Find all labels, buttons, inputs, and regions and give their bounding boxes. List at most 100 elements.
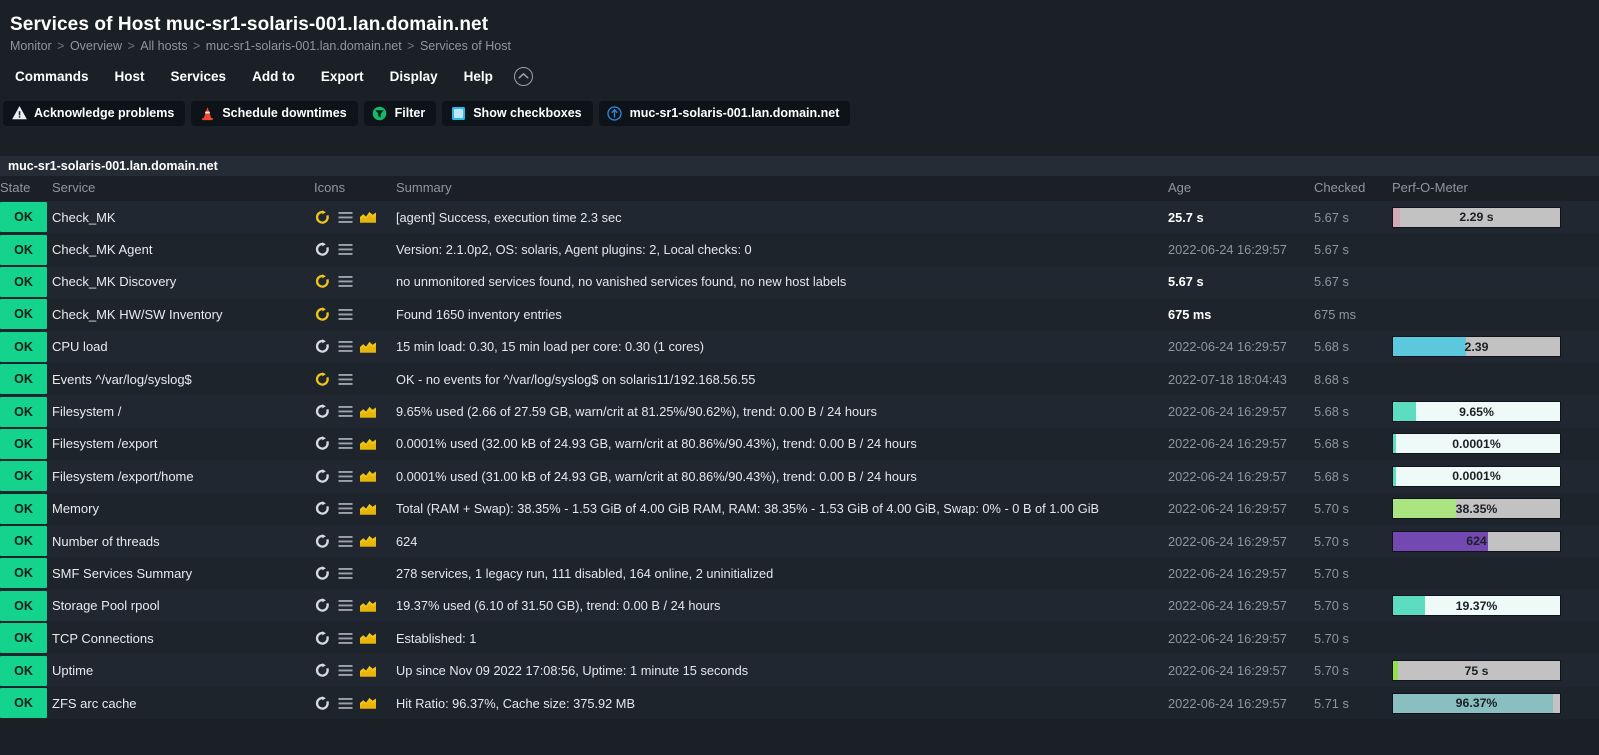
menu-icon[interactable] [337,436,353,452]
state-cell[interactable]: OK [0,460,52,492]
menu-icon[interactable] [337,598,353,614]
service-link[interactable]: ZFS arc cache [52,696,137,711]
service-link[interactable]: Filesystem /export/home [52,469,194,484]
graph-icon[interactable] [360,468,376,484]
menu-host[interactable]: Host [102,65,158,88]
status-badge[interactable]: OK [0,461,47,492]
graph-icon[interactable] [360,501,376,517]
state-cell[interactable]: OK [0,233,52,265]
state-cell[interactable]: OK [0,363,52,395]
reload-icon[interactable] [314,598,330,614]
show-checkboxes-button[interactable]: Show checkboxes [442,100,593,126]
column-header-state[interactable]: State [0,176,52,201]
service-name-cell[interactable]: Check_MK [52,201,314,233]
reload-icon[interactable] [314,663,330,679]
menu-icon[interactable] [337,695,353,711]
column-header-service[interactable]: Service [52,176,314,201]
status-badge[interactable]: OK [0,428,47,459]
graph-icon[interactable] [360,598,376,614]
perf-o-meter-cell[interactable] [1392,363,1599,395]
perf-o-meter-bar[interactable]: 624 [1392,530,1561,552]
perf-o-meter-cell[interactable]: 9.65% [1392,395,1599,427]
state-cell[interactable]: OK [0,622,52,654]
reload-icon[interactable] [314,533,330,549]
state-cell[interactable]: OK [0,395,52,427]
service-name-cell[interactable]: Memory [52,493,314,525]
state-cell[interactable]: OK [0,687,52,719]
status-badge[interactable]: OK [0,688,47,719]
state-cell[interactable]: OK [0,428,52,460]
state-cell[interactable]: OK [0,654,52,686]
service-link[interactable]: Check_MK HW/SW Inventory [52,307,223,322]
table-row[interactable]: OK Events ^/var/log/syslog$ OK - no events… [0,362,1599,396]
menu-icon[interactable] [337,339,353,355]
perf-o-meter-bar[interactable]: 96.37% [1392,692,1561,714]
status-badge[interactable]: OK [0,364,47,395]
menu-icon[interactable] [337,630,353,646]
graph-icon[interactable] [360,533,376,549]
status-badge[interactable]: OK [0,590,47,621]
table-row[interactable]: OK TCP Connections Established: 1 2022-06-2… [0,622,1599,655]
schedule-downtimes-button[interactable]: Schedule downtimes [191,100,358,126]
reload-icon[interactable] [314,501,330,517]
perf-o-meter-bar[interactable]: 2.39 [1392,336,1561,358]
menu-icon[interactable] [337,533,353,549]
graph-icon[interactable] [360,209,376,225]
graph-icon[interactable] [360,630,376,646]
service-name-cell[interactable]: ZFS arc cache [52,687,314,719]
table-row[interactable]: OK Memory Total (RAM + Swap): 38.35% - 1.5… [0,492,1599,525]
service-name-cell[interactable]: Filesystem / [52,395,314,427]
status-badge[interactable]: OK [0,266,47,297]
state-cell[interactable]: OK [0,525,52,557]
column-header-age[interactable]: Age [1168,176,1314,201]
perf-o-meter-cell[interactable]: 624 [1392,525,1599,557]
state-cell[interactable]: OK [0,266,52,298]
table-row[interactable]: OK Filesystem /export 0.0001% used (32.00 … [0,427,1599,461]
table-row[interactable]: OK Filesystem / 9.65% used (2.66 of 27.59 … [0,395,1599,428]
breadcrumb-item[interactable]: Services of Host [420,39,511,53]
status-badge[interactable]: OK [0,623,47,654]
service-link[interactable]: SMF Services Summary [52,566,192,581]
service-name-cell[interactable]: TCP Connections [52,622,314,654]
service-name-cell[interactable]: Filesystem /export [52,428,314,460]
reload-icon[interactable] [314,565,330,581]
table-row[interactable]: OK Storage Pool rpool 19.37% used (6.10 of… [0,589,1599,623]
reload-icon[interactable] [314,242,330,258]
service-name-cell[interactable]: Check_MK Agent [52,233,314,265]
status-badge[interactable]: OK [0,299,47,330]
reload-icon[interactable] [314,630,330,646]
menu-add-to[interactable]: Add to [239,65,308,88]
acknowledge-problems-button[interactable]: Acknowledge problems [3,100,186,126]
perf-o-meter-cell[interactable]: 19.37% [1392,590,1599,622]
perf-o-meter-cell[interactable] [1392,298,1599,330]
state-cell[interactable]: OK [0,590,52,622]
status-badge[interactable]: OK [0,396,47,427]
status-badge[interactable]: OK [0,526,47,557]
chevron-up-circle-icon[interactable] [513,66,533,86]
perf-o-meter-bar[interactable]: 75 s [1392,660,1561,682]
menu-icon[interactable] [337,209,353,225]
reload-icon[interactable] [314,339,330,355]
column-header-summary[interactable]: Summary [396,176,1168,201]
menu-icon[interactable] [337,501,353,517]
service-link[interactable]: TCP Connections [52,631,154,646]
perf-o-meter-cell[interactable]: 2.39 [1392,331,1599,363]
service-link[interactable]: Check_MK Agent [52,242,152,257]
breadcrumb-item[interactable]: muc-sr1-solaris-001.lan.domain.net [206,39,402,53]
service-link[interactable]: Events ^/var/log/syslog$ [52,372,192,387]
service-link[interactable]: Check_MK Discovery [52,274,176,289]
service-link[interactable]: Number of threads [52,534,160,549]
column-header-perf-o-meter[interactable]: Perf-O-Meter [1392,176,1599,201]
perf-o-meter-cell[interactable]: 75 s [1392,654,1599,686]
service-name-cell[interactable]: CPU load [52,331,314,363]
status-badge[interactable]: OK [0,234,47,265]
status-badge[interactable]: OK [0,558,47,589]
host-link-button[interactable]: muc-sr1-solaris-001.lan.domain.net [598,100,851,126]
table-row[interactable]: OK ZFS arc cache Hit Ratio: 96.37%, Cache … [0,686,1599,720]
menu-commands[interactable]: Commands [2,65,102,88]
menu-display[interactable]: Display [377,65,451,88]
state-cell[interactable]: OK [0,493,52,525]
filter-button[interactable]: Filter [363,100,437,126]
reload-icon[interactable] [314,209,330,225]
service-name-cell[interactable]: Uptime [52,654,314,686]
